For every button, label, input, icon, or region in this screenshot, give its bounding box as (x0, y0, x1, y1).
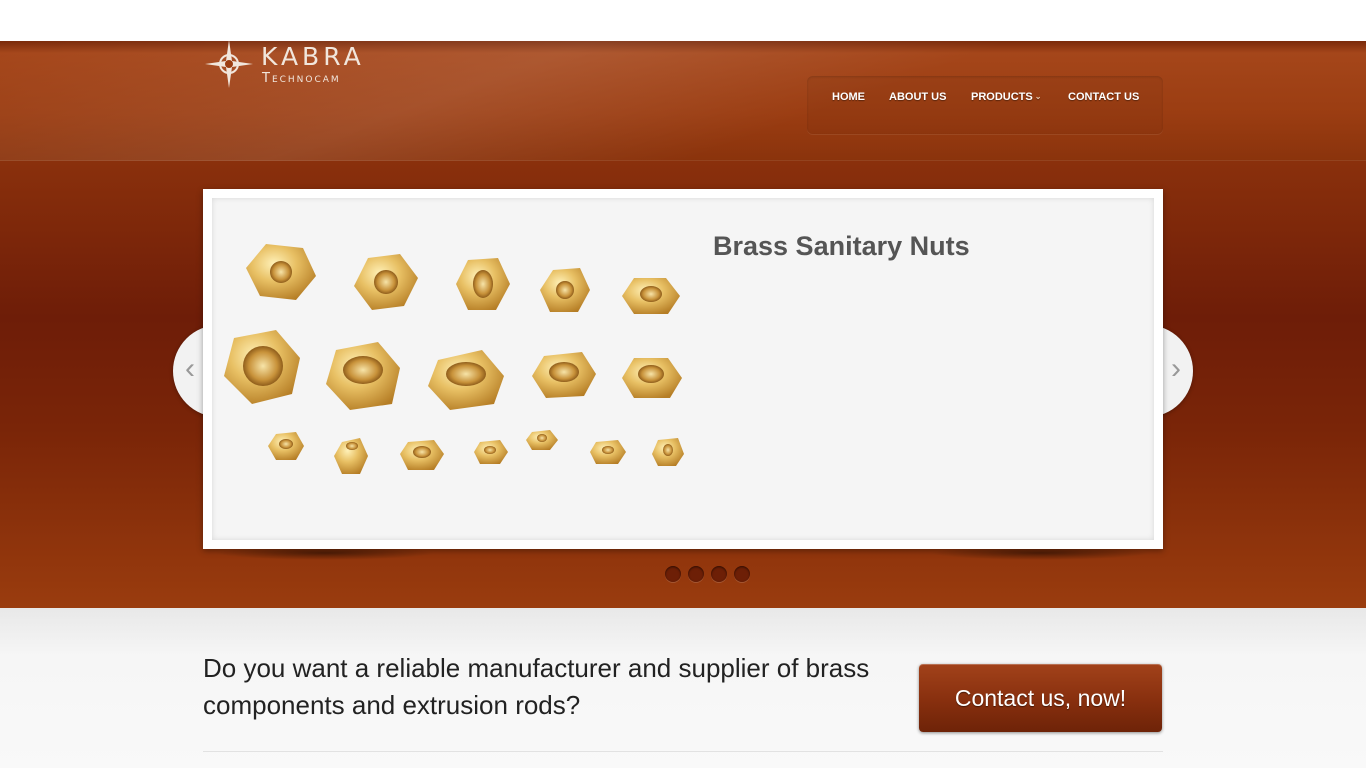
nav-item-home[interactable]: HOME (832, 91, 865, 103)
slide: Brass Sanitary Nuts (212, 198, 1154, 540)
logo-tagline: Technocam (262, 71, 341, 86)
nav-item-products[interactable]: PRODUCTS ⌄ (971, 91, 1041, 103)
chevron-down-icon: ⌄ (1034, 92, 1042, 101)
slider-dot-3[interactable] (711, 566, 727, 582)
slide-title: Brass Sanitary Nuts (713, 231, 970, 261)
nav-item-products-label: PRODUCTS (971, 91, 1033, 103)
section-divider (203, 751, 1163, 752)
contact-us-button[interactable]: Contact us, now! (919, 664, 1162, 732)
slider-pagination (665, 566, 755, 582)
slider-dot-4[interactable] (734, 566, 750, 582)
cta-text: Do you want a reliable manufacturer and … (203, 653, 870, 720)
top-strip (0, 0, 1366, 41)
chevron-left-icon: ‹ (185, 352, 195, 385)
slider-dot-1[interactable] (665, 566, 681, 582)
main-nav: HOME ABOUT US PRODUCTS ⌄ CONTACT US (807, 76, 1163, 134)
compass-logo-icon (205, 40, 253, 88)
slider-dot-2[interactable] (688, 566, 704, 582)
brass-nuts-image (224, 244, 684, 474)
slider: Brass Sanitary Nuts (203, 189, 1163, 549)
logo-title: KABRA (261, 42, 365, 71)
site-logo[interactable]: KABRA Technocam (203, 38, 363, 94)
nav-item-contact-us[interactable]: CONTACT US (1068, 91, 1139, 103)
nav-item-about-us[interactable]: ABOUT US (889, 91, 946, 103)
chevron-right-icon: › (1171, 352, 1181, 385)
